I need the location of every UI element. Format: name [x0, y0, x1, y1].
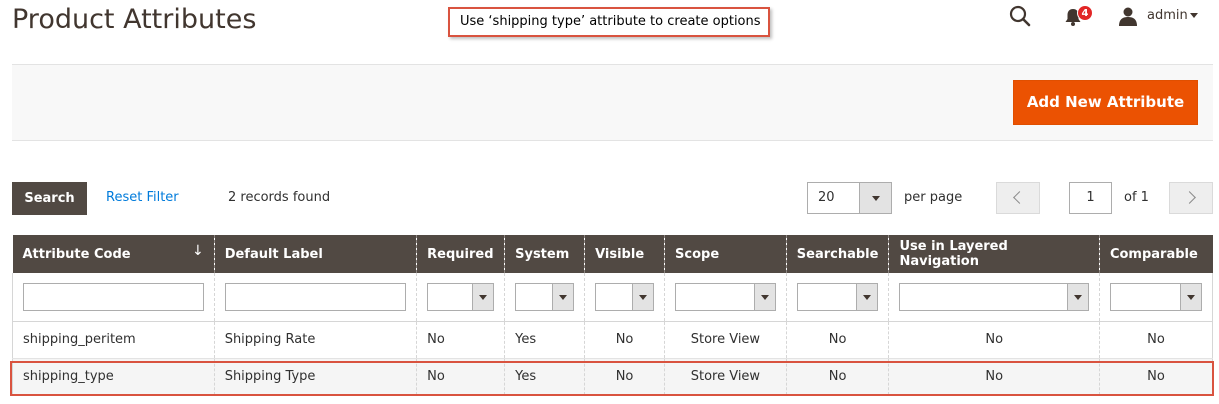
previous-page-button[interactable] [996, 182, 1040, 214]
column-header-label: Attribute Code [22, 246, 131, 262]
page-title: Product Attributes [12, 4, 257, 35]
searchable-cell: No [785, 358, 889, 396]
visible-filter-select[interactable] [595, 282, 655, 311]
filter-cell [888, 273, 1100, 322]
per-page-dropdown-toggle[interactable] [859, 183, 891, 213]
column-header-required[interactable]: Required [416, 235, 505, 273]
default-label-filter-input[interactable] [224, 282, 407, 311]
layered-navigation-cell: No [888, 358, 1100, 396]
layered-navigation-cell: No [888, 321, 1100, 359]
default-label-cell: Shipping Rate [213, 321, 417, 359]
filter-row [12, 273, 1214, 322]
comparable-filter-select[interactable] [1109, 282, 1202, 311]
total-pages-label: of 1 [1124, 190, 1149, 205]
attributes-grid: Attribute Code ↓ Default Label Required S… [12, 235, 1214, 396]
required-filter-select[interactable] [427, 282, 495, 311]
dropdown-toggle[interactable] [753, 283, 775, 310]
grid-header-row: Attribute Code ↓ Default Label Required S… [12, 235, 1213, 273]
column-header-visible[interactable]: Visible [584, 235, 665, 273]
chevron-down-icon [760, 294, 769, 300]
add-new-attribute-button[interactable]: Add New Attribute [1013, 80, 1198, 125]
dropdown-toggle[interactable] [552, 283, 574, 310]
attribute-code-cell: shipping_peritem [12, 321, 215, 359]
filter-cell [1098, 273, 1214, 322]
table-row[interactable]: shipping_type Shipping Type No Yes No St… [12, 358, 1214, 396]
sort-down-arrow-icon: ↓ [191, 243, 204, 259]
dropdown-toggle[interactable] [1066, 283, 1088, 310]
chevron-down-icon [559, 294, 568, 300]
filter-cell [416, 273, 505, 322]
per-page-label: per page [904, 190, 963, 205]
dropdown-toggle[interactable] [472, 283, 494, 310]
default-label-cell: Shipping Type [213, 358, 417, 396]
filter-cell [664, 273, 787, 322]
chevron-down-icon [639, 294, 648, 300]
chevron-down-icon [1187, 294, 1195, 300]
user-icon[interactable] [1118, 6, 1138, 26]
comparable-cell: No [1098, 358, 1214, 396]
column-header-comparable[interactable]: Comparable [1098, 235, 1213, 273]
chevron-right-icon [1183, 191, 1196, 204]
chevron-left-icon [1013, 191, 1026, 204]
filter-cell [785, 273, 889, 322]
dropdown-toggle[interactable] [856, 283, 878, 310]
chevron-down-icon [863, 294, 872, 300]
scope-cell: Store View [664, 358, 787, 396]
filter-cell [213, 273, 417, 322]
dropdown-toggle[interactable] [1180, 283, 1201, 310]
search-button[interactable]: Search [12, 182, 87, 215]
required-cell: No [416, 321, 505, 359]
per-page-value: 20 [818, 190, 835, 205]
searchable-cell: No [785, 321, 889, 359]
reset-filter-link[interactable]: Reset Filter [106, 190, 179, 205]
filter-cell [584, 273, 665, 322]
filter-cell [504, 273, 585, 322]
searchable-filter-select[interactable] [796, 282, 879, 311]
column-header-scope[interactable]: Scope [664, 235, 787, 273]
per-page-select[interactable]: 20 [807, 182, 892, 214]
scope-filter-select[interactable] [675, 282, 776, 311]
column-header-layered-navigation[interactable]: Use in Layered Navigation [888, 235, 1100, 273]
instruction-callout: Use ‘shipping type’ attribute to create … [448, 7, 770, 37]
chevron-down-icon[interactable] [1190, 13, 1198, 18]
required-cell: No [416, 358, 505, 396]
column-header-searchable[interactable]: Searchable [785, 235, 889, 273]
attribute-code-filter-input[interactable] [23, 282, 204, 311]
next-page-button[interactable] [1169, 182, 1213, 214]
filter-cell [12, 273, 215, 322]
dropdown-toggle[interactable] [632, 283, 654, 310]
current-page-input[interactable]: 1 [1069, 182, 1112, 214]
page: Product Attributes Use ‘shipping type’ a… [0, 0, 1219, 404]
user-name[interactable]: admin [1147, 8, 1188, 23]
chevron-down-icon [1073, 294, 1082, 300]
records-found-count: 2 records found [228, 190, 331, 205]
column-header-system[interactable]: System [504, 235, 585, 273]
system-filter-select[interactable] [515, 282, 575, 311]
chevron-down-icon [872, 196, 880, 201]
system-cell: Yes [504, 321, 585, 359]
visible-cell: No [584, 358, 665, 396]
system-cell: Yes [504, 358, 585, 396]
table-row[interactable]: shipping_peritem Shipping Rate No Yes No… [12, 321, 1214, 359]
column-header-attribute-code[interactable]: Attribute Code ↓ [12, 235, 215, 273]
attribute-code-cell: shipping_type [12, 358, 215, 396]
search-icon[interactable] [1009, 5, 1031, 27]
chevron-down-icon [479, 294, 488, 300]
layered-navigation-filter-select[interactable] [899, 282, 1089, 311]
notification-count-badge[interactable]: 4 [1077, 5, 1093, 21]
column-header-default-label[interactable]: Default Label [213, 235, 417, 273]
scope-cell: Store View [664, 321, 787, 359]
visible-cell: No [584, 321, 665, 359]
comparable-cell: No [1098, 321, 1214, 359]
